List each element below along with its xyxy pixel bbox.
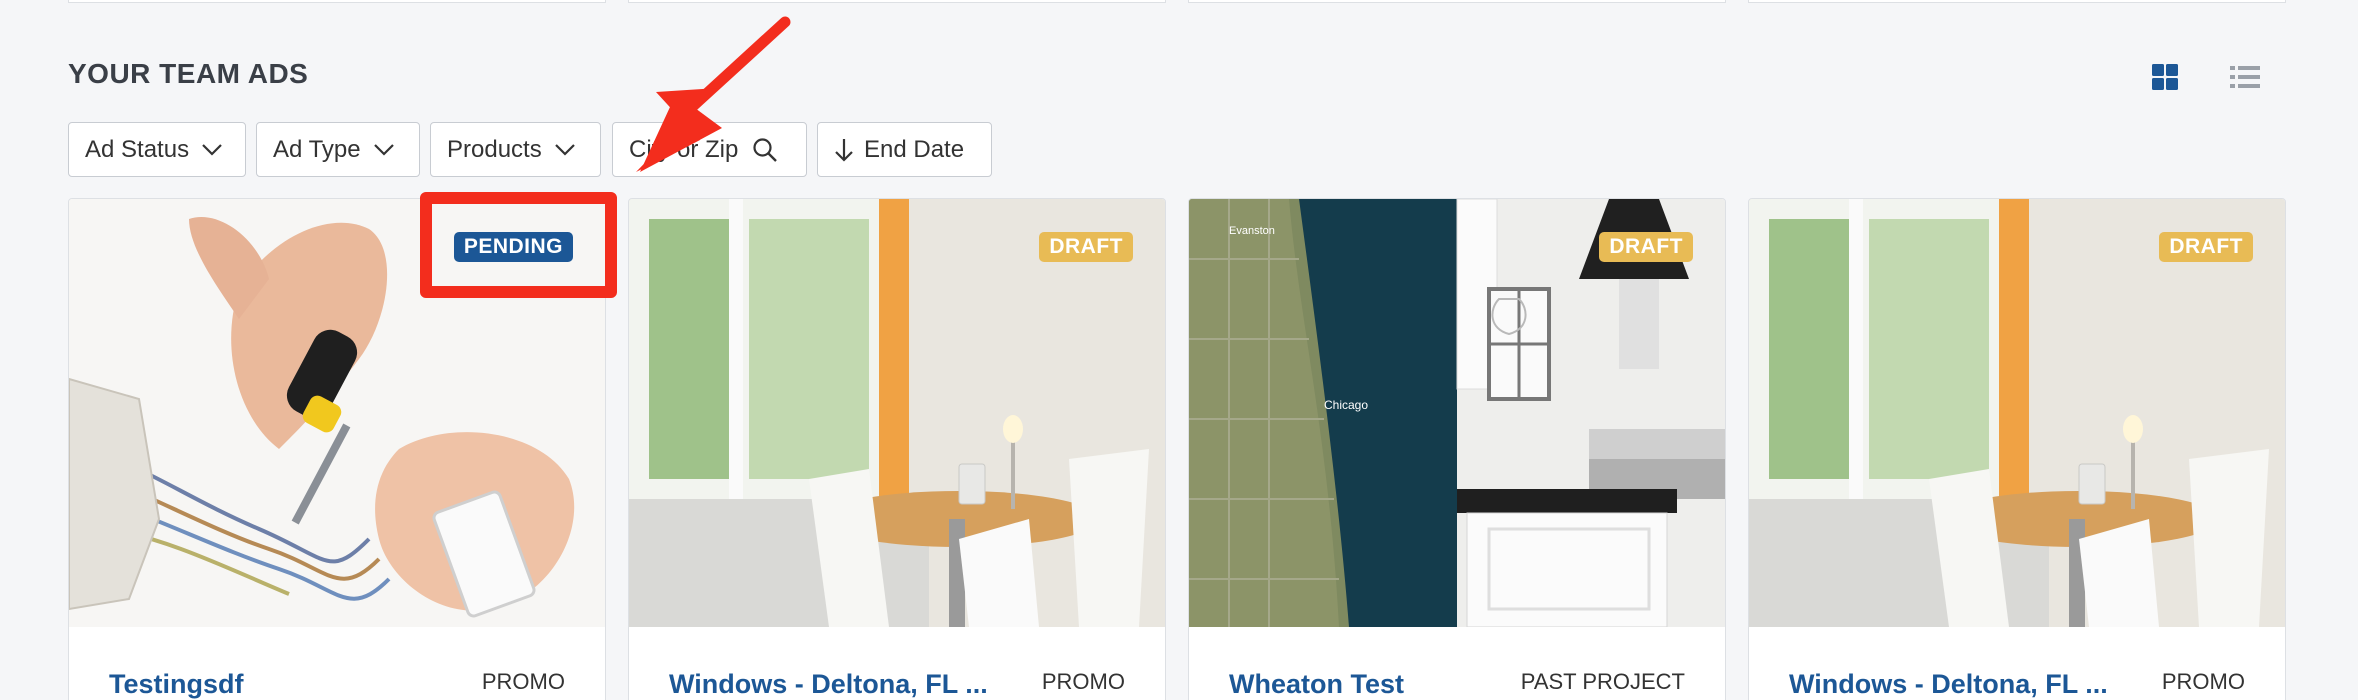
products-dropdown[interactable]: Products	[430, 122, 601, 177]
previous-card-edge	[68, 0, 606, 3]
ad-image	[1749, 199, 2285, 627]
city-zip-search-input[interactable]: City or Zip	[612, 122, 807, 177]
ad-type-label: PROMO	[2161, 669, 2245, 694]
status-badge: DRAFT	[2159, 232, 2253, 262]
ad-type-label: Ad Type	[273, 135, 361, 163]
map-label-north: Evanston	[1229, 225, 1275, 237]
ad-image: Chicago Evanston	[1189, 199, 1725, 627]
ad-image	[629, 199, 1165, 627]
status-badge: DRAFT	[1599, 232, 1693, 262]
previous-card-edge	[1748, 0, 2286, 3]
end-date-sort-button[interactable]: End Date	[817, 122, 992, 177]
grid-icon	[2152, 64, 2178, 90]
ad-card[interactable]: DRAFT Windows - Deltona, FL ... PROMO	[1748, 198, 2286, 700]
ad-type-label: PROMO	[481, 669, 565, 694]
list-view-button[interactable]	[2228, 60, 2262, 94]
ad-card[interactable]: DRAFT Windows - Deltona, FL ... PROMO	[628, 198, 1166, 700]
chevron-down-icon	[373, 143, 395, 157]
ad-status-label: Ad Status	[85, 135, 190, 163]
chevron-down-icon	[201, 143, 223, 157]
products-label: Products	[447, 135, 542, 163]
list-icon	[2230, 66, 2260, 88]
ad-type-dropdown[interactable]: Ad Type	[256, 122, 420, 177]
previous-card-edge	[628, 0, 1166, 3]
ad-title-link[interactable]: Windows - Deltona, FL ...	[669, 669, 988, 700]
status-badge: DRAFT	[1039, 232, 1133, 262]
end-date-label: End Date	[864, 135, 965, 163]
ad-status-dropdown[interactable]: Ad Status	[68, 122, 246, 177]
ad-title-link[interactable]: Testingsdf	[109, 669, 244, 700]
grid-view-button[interactable]	[2148, 60, 2182, 94]
chevron-down-icon	[554, 143, 576, 157]
search-icon	[752, 137, 778, 163]
ad-title-link[interactable]: Windows - Deltona, FL ...	[1789, 669, 2108, 700]
map-label-city: Chicago	[1324, 398, 1368, 412]
city-zip-placeholder: City or Zip	[629, 135, 739, 163]
annotation-highlight-box	[420, 192, 617, 298]
previous-card-edge	[1188, 0, 1726, 3]
ad-type-label: PROMO	[1041, 669, 1125, 694]
ad-type-label: PAST PROJECT	[1520, 669, 1685, 694]
ad-title-link[interactable]: Wheaton Test	[1229, 669, 1404, 700]
section-title: YOUR TEAM ADS	[68, 58, 309, 89]
ad-card[interactable]: Chicago Evanston DRAFT Wheaton Test PAST…	[1188, 198, 1726, 700]
arrow-down-icon	[834, 137, 854, 163]
